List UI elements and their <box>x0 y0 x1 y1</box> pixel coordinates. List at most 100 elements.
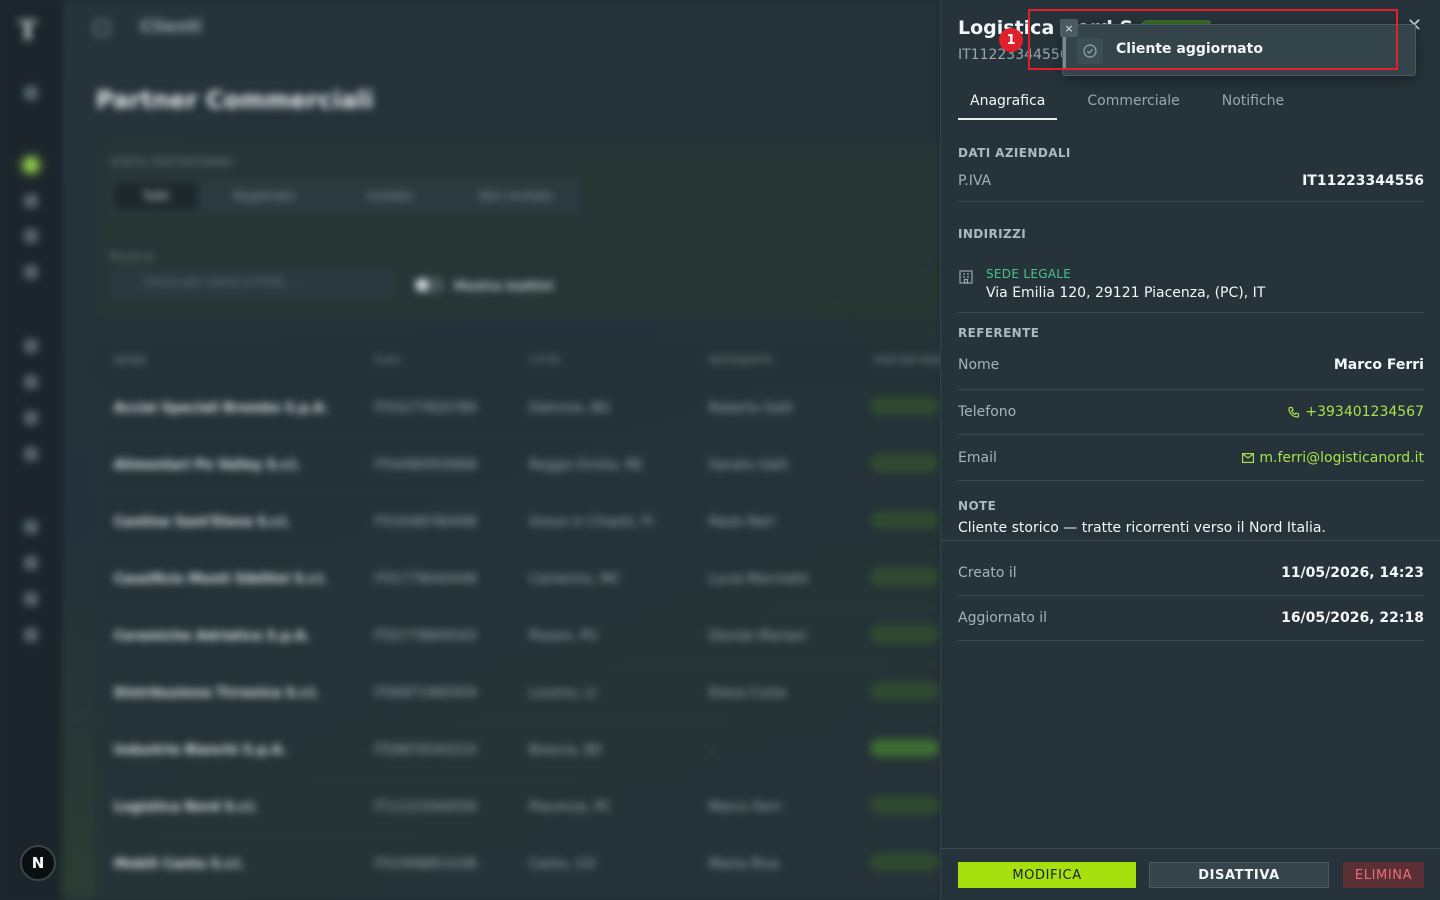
table-row[interactable]: Acciai Speciali Brembo S.p.A. IT032778207… <box>96 380 940 437</box>
column-header-piva[interactable]: P.IVA <box>356 354 511 367</box>
cell-piva: IT04480959968 <box>374 457 477 473</box>
page-title: Partner Commerciali <box>96 86 374 114</box>
cell-piva: IT02778840543 <box>374 628 477 644</box>
column-header-contact[interactable]: REFERENTE <box>691 354 856 367</box>
divider <box>941 540 1440 541</box>
truck-icon[interactable] <box>24 411 38 425</box>
file-icon[interactable] <box>24 520 38 534</box>
cell-name: Cantine Sant'Elena S.r.l. <box>114 514 291 530</box>
field-label: Nome <box>958 356 1000 373</box>
phone-value: +393401234567 <box>1305 404 1424 420</box>
cell-city: Brescia, BS <box>529 742 602 758</box>
column-header-platform[interactable]: PIATTAFORMA <box>856 354 940 367</box>
cell-name: Ceramiche Adriatica S.p.A. <box>114 628 311 644</box>
dev-tools-badge[interactable]: N <box>20 845 56 881</box>
breadcrumb: Clienti <box>140 17 202 37</box>
show-inactive-label: Mostra inattivi <box>454 279 554 293</box>
cell-city: Greve in Chianti, FI <box>529 514 654 530</box>
segment-all[interactable]: Tutti <box>114 182 198 210</box>
table-row[interactable]: Ceramiche Adriatica S.p.A. IT02778840543 P… <box>96 608 940 665</box>
section-addresses: INDIRIZZI SEDE LEGALE Via Emilia 120, 29… <box>958 227 1424 313</box>
cell-contact: Marco Ferri <box>709 799 782 815</box>
table-row[interactable]: Mobili Cantu S.r.l. IT02998851038 Cantu, C… <box>96 836 940 893</box>
cell-contact: Roberto Galli <box>709 400 794 416</box>
deactivate-button[interactable]: DISATTIVA <box>1149 862 1329 888</box>
cell-piva: IT03598780498 <box>374 514 477 530</box>
section-heading: INDIRIZZI <box>958 227 1027 241</box>
cell-piva: IT01778040448 <box>374 571 477 587</box>
table-row[interactable]: Cantine Sant'Elena S.r.l. IT03598780498 Gr… <box>96 494 940 551</box>
address-type-tag: SEDE LEGALE <box>986 267 1072 281</box>
platform-status-pill <box>870 397 940 415</box>
table-row[interactable]: Alimentari Po Valley S.r.l. IT04480959968… <box>96 437 940 494</box>
tab-commerciale[interactable]: Commerciale <box>1075 87 1191 120</box>
tab-notifiche[interactable]: Notifiche <box>1210 87 1296 120</box>
sidebar-toggle-icon[interactable] <box>94 20 110 36</box>
field-value: 16/05/2026, 22:18 <box>1281 610 1424 626</box>
send-icon[interactable] <box>24 229 38 243</box>
background-app: T Clienti Partner Commerciali STATO PIAT… <box>0 0 940 900</box>
field-phone: Telefono +393401234567 <box>958 390 1424 435</box>
section-heading: REFERENTE <box>958 326 1040 340</box>
settings-icon[interactable] <box>24 447 38 461</box>
toast-accent-bar <box>1063 33 1066 69</box>
segment-registered[interactable]: Registrato <box>204 182 324 210</box>
background-blur-layer: T Clienti Partner Commerciali STATO PIAT… <box>0 0 940 900</box>
field-label: Creato il <box>958 565 1017 581</box>
briefcase-icon[interactable] <box>24 556 38 570</box>
toast-close-icon[interactable]: × <box>1060 19 1078 37</box>
segment-invited[interactable]: Invitato <box>330 182 450 210</box>
toast-notification: Cliente aggiornato <box>1062 24 1416 76</box>
platform-status-pill <box>870 568 940 586</box>
cell-name: Distribuzione Tirrenica S.r.l. <box>114 685 320 701</box>
cell-piva: IT02998851038 <box>374 856 477 872</box>
phone-link[interactable]: +393401234567 <box>1288 404 1424 420</box>
building-icon[interactable] <box>24 339 38 353</box>
segment-not-invited[interactable]: Non invitato <box>456 182 576 210</box>
list-icon[interactable] <box>24 628 38 642</box>
search-input[interactable]: Cerca per nome o P.IVA... <box>110 266 396 300</box>
section-meta: Creato il 11/05/2026, 14:23 Aggiornato i… <box>958 551 1424 641</box>
chart-icon[interactable] <box>24 592 38 606</box>
column-header-name[interactable]: NOME <box>96 354 356 367</box>
cell-piva: IT11223344556 <box>374 799 477 815</box>
section-heading: DATI AZIENDALI <box>958 146 1071 160</box>
email-link[interactable]: m.ferri@logisticanord.it <box>1242 450 1424 466</box>
edit-button[interactable]: MODIFICA <box>958 862 1136 888</box>
delete-button[interactable]: ELIMINA <box>1343 862 1424 888</box>
document-icon[interactable] <box>24 265 38 279</box>
route-icon[interactable] <box>24 375 38 389</box>
platform-status-pill <box>870 796 940 814</box>
cell-city: Cantu, CO <box>529 856 596 872</box>
field-value: IT11223344556 <box>1302 172 1424 189</box>
table-row[interactable]: Distribuzione Tirrenica S.r.l. IT06871985… <box>96 665 940 722</box>
section-company-data: DATI AZIENDALI P.IVA IT11223344556 <box>958 146 1424 202</box>
table-row[interactable]: Logistica Nord S.r.l. IT11223344556 Piacen… <box>96 779 940 836</box>
panel-tabs: Anagrafica Commerciale Notifiche <box>958 87 1314 120</box>
table-row[interactable]: Industrie Bianchi S.p.A. IT09876543210 Bre… <box>96 722 940 779</box>
cell-name: Mobili Cantu S.r.l. <box>114 856 244 872</box>
table-row[interactable]: Caseificio Monti Sibillini S.r.l. IT01778… <box>96 551 940 608</box>
tab-anagrafica[interactable]: Anagrafica <box>958 87 1058 120</box>
cell-contact: Elena Costa <box>709 685 787 701</box>
show-inactive-toggle[interactable] <box>414 277 444 293</box>
notes-text: Cliente storico — tratte ricorrenti vers… <box>958 520 1326 536</box>
field-label: Aggiornato il <box>958 610 1048 626</box>
check-circle-icon <box>1077 38 1103 64</box>
address-line: Via Emilia 120, 29121 Piacenza, (PC), IT <box>986 285 1266 301</box>
cell-name: Acciai Speciali Brembo S.p.A. <box>114 400 329 416</box>
app-logo: T <box>18 16 38 46</box>
field-value: Marco Ferri <box>1333 356 1424 373</box>
section-contact: REFERENTE Nome Marco Ferri Telefono +393… <box>958 326 1424 481</box>
home-icon[interactable] <box>24 86 38 100</box>
cell-city: Pesaro, PU <box>529 628 598 644</box>
clients-icon[interactable] <box>23 157 39 173</box>
cell-name: Alimentari Po Valley S.r.l. <box>114 457 300 473</box>
column-header-city[interactable]: CITTÀ <box>511 354 691 367</box>
panel-footer: MODIFICA DISATTIVA ELIMINA <box>941 848 1440 900</box>
platform-status-pill <box>870 739 940 757</box>
warning-icon[interactable] <box>24 194 38 208</box>
cell-city: Dalmine, BG <box>529 400 611 416</box>
field-value: 11/05/2026, 14:23 <box>1281 565 1424 581</box>
field-label: Email <box>958 449 997 466</box>
